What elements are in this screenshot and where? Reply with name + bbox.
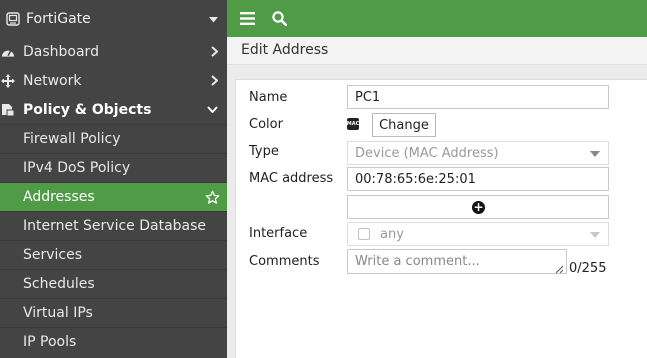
search-button[interactable] xyxy=(263,0,295,37)
comments-placeholder: Write a comment... xyxy=(355,254,480,269)
star-icon[interactable] xyxy=(205,183,220,212)
caret-down-icon xyxy=(209,11,218,27)
sidebar-item-ip-pools[interactable]: IP Pools xyxy=(0,327,227,356)
sidebar-item-ipv4-dos-policy[interactable]: IPv4 DoS Policy xyxy=(0,153,227,182)
brand-selector[interactable]: FortiGate xyxy=(0,0,227,37)
top-bar xyxy=(227,0,647,37)
edit-address-form: Name PC1 Color MAC Change Type Device (M… xyxy=(235,79,647,358)
sidebar-item-schedules[interactable]: Schedules xyxy=(0,269,227,298)
sidebar-item-dashboard[interactable]: Dashboard xyxy=(0,37,227,66)
sidebar: FortiGate Dashboard Network Policy & Obj… xyxy=(0,0,227,358)
mac-color-swatch-icon: MAC xyxy=(347,118,359,130)
type-select[interactable]: Device (MAC Address) xyxy=(347,141,609,165)
sidebar-item-label: Addresses xyxy=(23,189,95,205)
sidebar-item-label: Dashboard xyxy=(23,43,99,60)
comments-label: Comments xyxy=(249,254,320,269)
brand-label: FortiGate xyxy=(26,10,91,27)
checkbox-icon xyxy=(358,228,370,240)
sidebar-item-label: Policy & Objects xyxy=(23,101,152,118)
hamburger-icon xyxy=(239,12,255,25)
dropdown-arrow-icon xyxy=(590,232,600,238)
chevron-right-icon xyxy=(211,37,218,66)
sidebar-item-label: Internet Service Database xyxy=(23,218,207,234)
sidebar-item-addresses[interactable]: Addresses xyxy=(0,182,227,211)
network-icon xyxy=(1,73,15,88)
comments-textarea[interactable]: Write a comment... xyxy=(347,249,567,274)
policy-objects-icon xyxy=(1,103,15,117)
mac-address-value: 00:78:65:6e:25:01 xyxy=(355,171,476,187)
sidebar-item-services[interactable]: Services xyxy=(0,240,227,269)
name-label: Name xyxy=(249,90,288,105)
sidebar-item-label: Services xyxy=(23,247,83,263)
sidebar-item-label: Firewall Policy xyxy=(23,131,121,147)
interface-label: Interface xyxy=(249,226,308,241)
name-value: PC1 xyxy=(355,89,381,105)
chevron-down-icon xyxy=(207,95,218,124)
change-color-button[interactable]: Change xyxy=(372,113,436,137)
main-content: Edit Address Name PC1 Color MAC Change T… xyxy=(227,37,647,358)
interface-value: any xyxy=(380,226,404,242)
sidebar-item-label: Network xyxy=(23,72,82,89)
mac-address-add-row[interactable]: + xyxy=(347,195,609,219)
color-label: Color xyxy=(249,117,283,132)
sidebar-item-policy-objects[interactable]: Policy & Objects xyxy=(0,95,227,124)
sidebar-item-virtual-ips[interactable]: Virtual IPs xyxy=(0,298,227,327)
interface-select[interactable]: any xyxy=(347,222,609,246)
sidebar-item-network[interactable]: Network xyxy=(0,66,227,95)
fortigate-logo-icon xyxy=(6,11,20,26)
sidebar-item-label: Virtual IPs xyxy=(23,305,93,321)
page-title: Edit Address xyxy=(227,37,647,65)
chevron-right-icon xyxy=(211,66,218,95)
sidebar-item-label: IP Pools xyxy=(23,334,77,350)
comments-counter: 0/255 xyxy=(569,261,607,276)
dropdown-arrow-icon xyxy=(590,151,600,157)
mac-address-label: MAC address xyxy=(249,171,334,186)
sidebar-item-firewall-policy[interactable]: Firewall Policy xyxy=(0,124,227,153)
add-icon: + xyxy=(472,200,485,214)
menu-toggle-button[interactable] xyxy=(231,0,263,37)
dashboard-icon xyxy=(1,46,15,58)
sidebar-item-internet-service-database[interactable]: Internet Service Database xyxy=(0,211,227,240)
sidebar-item-label: IPv4 DoS Policy xyxy=(23,160,131,176)
type-label: Type xyxy=(249,144,279,159)
type-value: Device (MAC Address) xyxy=(355,145,499,161)
resize-handle-icon[interactable] xyxy=(555,262,564,274)
name-field[interactable]: PC1 xyxy=(347,85,609,109)
sidebar-item-label: Schedules xyxy=(23,276,95,292)
search-icon xyxy=(271,11,287,26)
mac-address-field[interactable]: 00:78:65:6e:25:01 xyxy=(347,167,609,191)
